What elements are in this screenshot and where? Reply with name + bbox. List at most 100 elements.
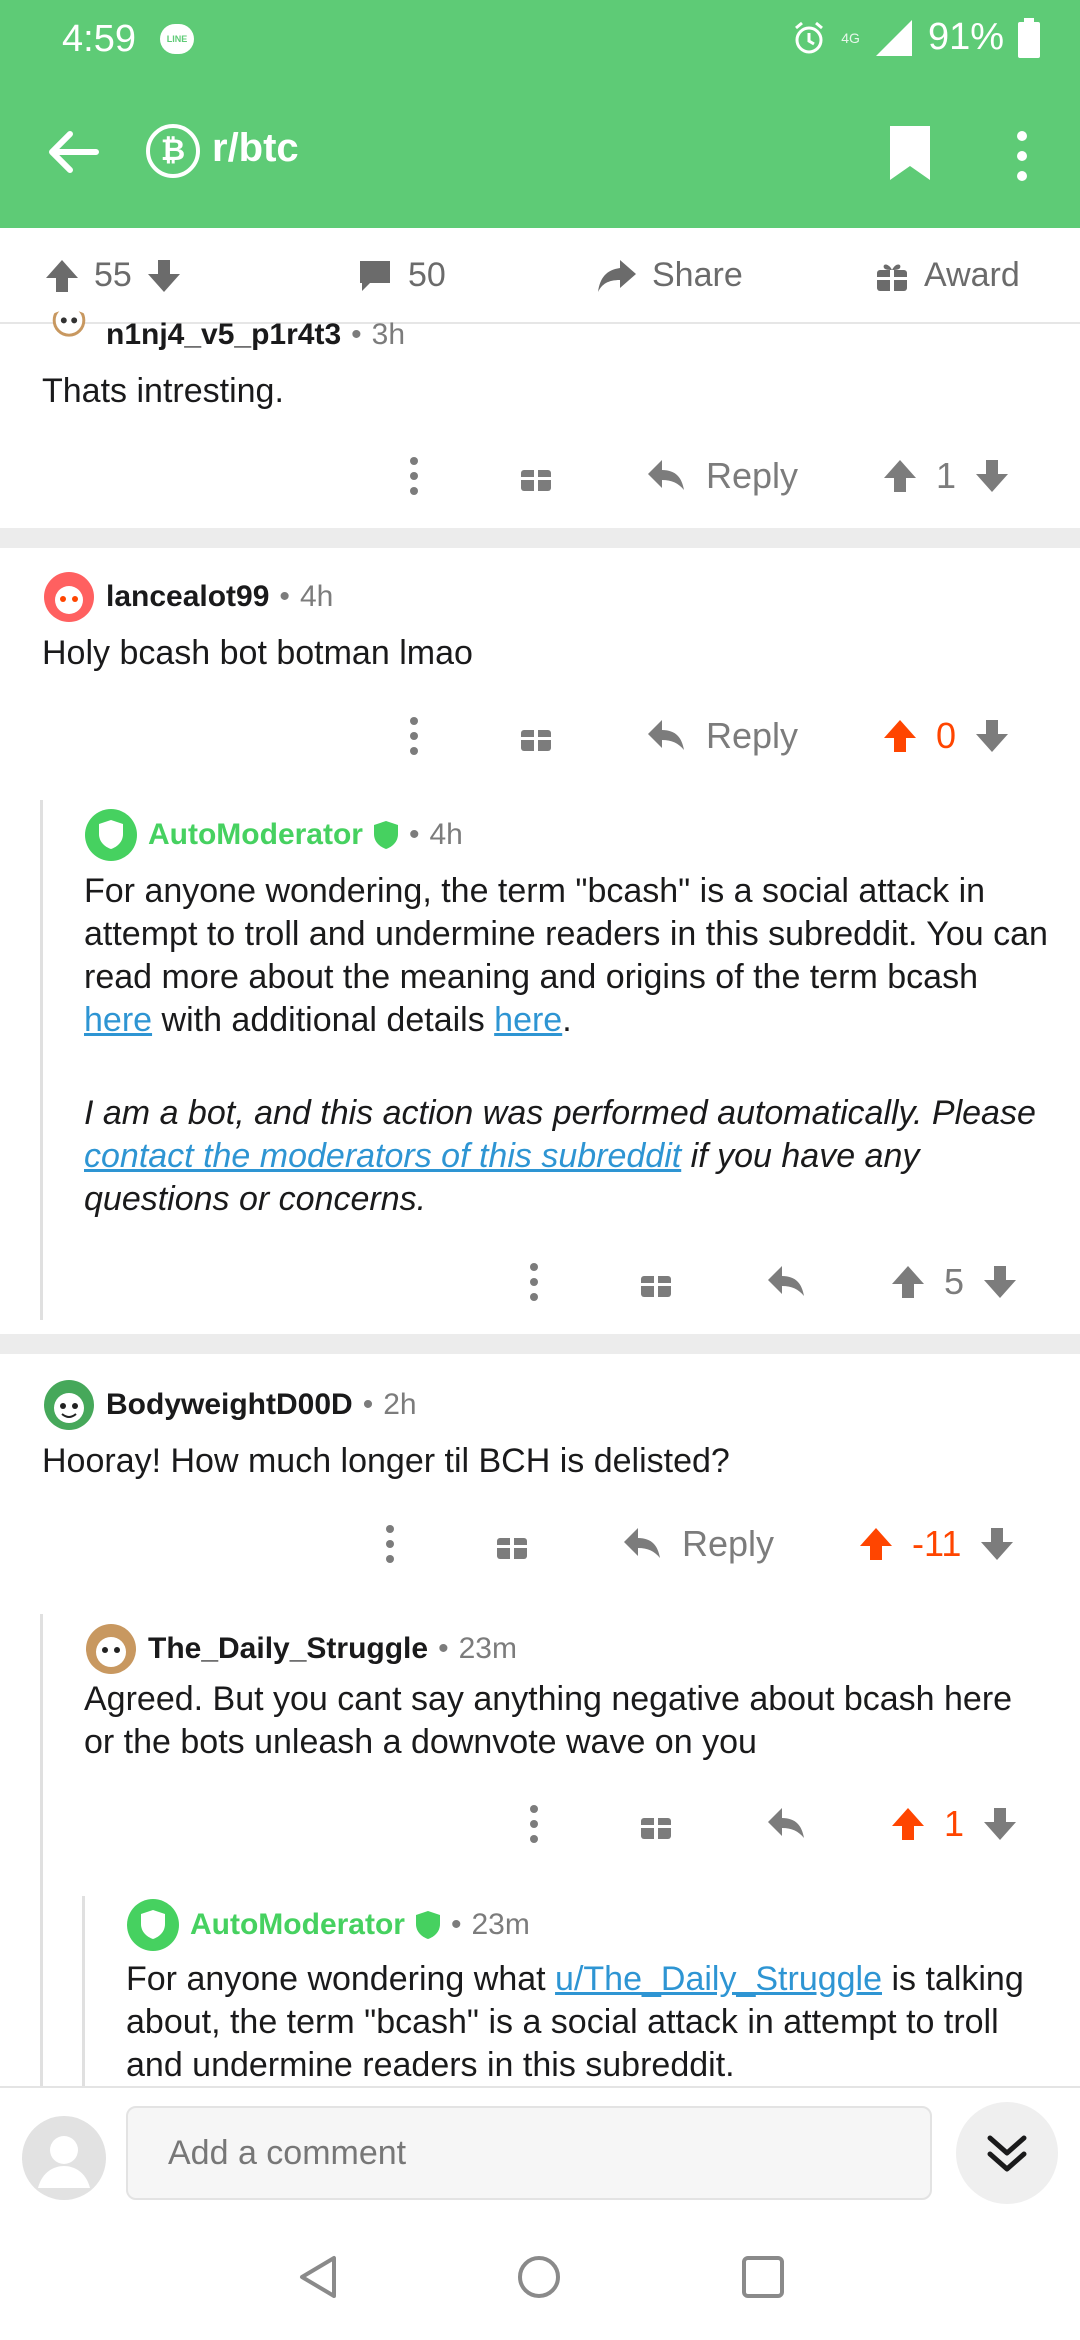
comment-author[interactable]: AutoModerator bbox=[190, 1908, 405, 1942]
comment-body: Thats intresting. bbox=[42, 372, 284, 410]
share-label: Share bbox=[652, 256, 743, 294]
comment-divider bbox=[0, 1334, 1080, 1354]
nav-back-icon[interactable] bbox=[296, 2254, 342, 2300]
reply-button[interactable]: Reply bbox=[706, 715, 798, 757]
comment: lancealot99 • 4h Holy bcash bot botman l… bbox=[0, 570, 1080, 780]
post-comment-count: 50 bbox=[408, 256, 446, 294]
comment-score: -11 bbox=[912, 1523, 962, 1564]
gift-icon[interactable] bbox=[518, 718, 554, 754]
bookmark-icon[interactable] bbox=[888, 124, 932, 182]
nav-home-icon[interactable] bbox=[516, 2254, 562, 2300]
mod-shield-icon bbox=[373, 821, 398, 849]
reply-icon[interactable] bbox=[622, 1526, 662, 1562]
upvote-icon[interactable] bbox=[890, 1264, 926, 1300]
comment-meta: lancealot99 • 4h bbox=[42, 570, 333, 624]
avatar[interactable] bbox=[42, 570, 96, 624]
comment-author[interactable]: lancealot99 bbox=[106, 580, 269, 614]
system-nav-bar bbox=[0, 2216, 1080, 2340]
downvote-icon[interactable] bbox=[982, 1264, 1018, 1300]
comment-divider bbox=[0, 528, 1080, 548]
comment-actions: Reply 0 bbox=[408, 706, 1010, 766]
comment-body: For anyone wondering, the term "bcash" i… bbox=[84, 872, 1048, 1039]
reply-icon[interactable] bbox=[766, 1806, 806, 1842]
downvote-icon[interactable] bbox=[979, 1526, 1015, 1562]
comment-actions: 5 bbox=[528, 1252, 1018, 1312]
status-time: 4:59 bbox=[62, 18, 136, 60]
user-link[interactable]: u/The_Daily_Struggle bbox=[555, 1960, 882, 1998]
comment-body: Holy bcash bot botman lmao bbox=[42, 634, 473, 672]
add-comment-input[interactable]: Add a comment bbox=[126, 2106, 932, 2200]
reply-button[interactable]: Reply bbox=[706, 455, 798, 497]
reply-icon[interactable] bbox=[766, 1264, 806, 1300]
post-score: 55 bbox=[94, 256, 132, 294]
comment-body: Hooray! How much longer til BCH is delis… bbox=[42, 1442, 730, 1480]
share-button[interactable]: Share bbox=[596, 256, 743, 295]
back-arrow-icon[interactable] bbox=[44, 124, 100, 180]
upvote-icon[interactable] bbox=[890, 1806, 926, 1842]
avatar[interactable] bbox=[84, 1622, 138, 1676]
comment-actions: Reply -11 bbox=[384, 1514, 1015, 1574]
downvote-icon[interactable] bbox=[974, 718, 1010, 754]
comment-score: 1 bbox=[944, 1803, 965, 1844]
comment-body: For anyone wondering what u/The_Daily_St… bbox=[126, 1960, 1024, 2084]
contact-moderators-link[interactable]: contact the moderators of this subreddit bbox=[84, 1137, 681, 1175]
comment-author[interactable]: n1nj4_v5_p1r4t3 bbox=[106, 318, 341, 352]
comment-composer: Add a comment bbox=[0, 2086, 1080, 2216]
reply-icon[interactable] bbox=[646, 718, 686, 754]
top-bar: 4:59 LINE 4G 91% ₿ r/btc bbox=[0, 0, 1080, 228]
bitcoin-icon[interactable]: ₿ bbox=[146, 124, 200, 178]
user-avatar-icon[interactable] bbox=[22, 2116, 106, 2200]
gift-icon[interactable] bbox=[638, 1806, 674, 1842]
upvote-icon[interactable] bbox=[44, 258, 80, 294]
avatar[interactable] bbox=[42, 1378, 96, 1432]
upvote-icon[interactable] bbox=[882, 718, 918, 754]
comment-icon bbox=[360, 260, 390, 291]
more-options-icon[interactable] bbox=[408, 456, 420, 496]
post-comments-group[interactable]: 50 bbox=[356, 256, 446, 295]
here-link[interactable]: here bbox=[84, 1001, 152, 1039]
comment-meta: The_Daily_Struggle • 23m bbox=[84, 1622, 517, 1676]
comment: BodyweightD00D • 2h Hooray! How much lon… bbox=[0, 1378, 1080, 1598]
gift-icon[interactable] bbox=[518, 458, 554, 494]
shield-avatar-icon[interactable] bbox=[126, 1898, 180, 1952]
comment-author[interactable]: The_Daily_Struggle bbox=[148, 1632, 428, 1666]
network-type: 4G bbox=[841, 29, 860, 46]
comment-meta: AutoModerator • 4h bbox=[84, 808, 463, 862]
avatar[interactable] bbox=[42, 310, 96, 350]
upvote-icon[interactable] bbox=[858, 1526, 894, 1562]
more-options-icon[interactable] bbox=[528, 1804, 540, 1844]
comment-automoderator: AutoModerator • 23m For anyone wondering… bbox=[0, 1898, 1080, 2086]
comment-age: 2h bbox=[383, 1388, 417, 1421]
more-options-icon[interactable] bbox=[384, 1524, 396, 1564]
more-options-icon[interactable] bbox=[408, 716, 420, 756]
downvote-icon[interactable] bbox=[982, 1806, 1018, 1842]
reply-button[interactable]: Reply bbox=[682, 1523, 774, 1565]
nav-recents-icon[interactable] bbox=[740, 2254, 786, 2300]
award-button[interactable]: Award bbox=[874, 256, 1020, 295]
comment-author[interactable]: BodyweightD00D bbox=[106, 1388, 353, 1422]
comment-age: 23m bbox=[458, 1632, 517, 1665]
comment-meta: AutoModerator • 23m bbox=[126, 1898, 530, 1952]
comment: The_Daily_Struggle • 23m Agreed. But you… bbox=[0, 1622, 1080, 1844]
comment-age: 23m bbox=[471, 1908, 530, 1941]
subreddit-name[interactable]: r/btc bbox=[212, 126, 299, 171]
gift-icon[interactable] bbox=[638, 1264, 674, 1300]
comment-actions: 1 bbox=[528, 1794, 1018, 1854]
downvote-icon[interactable] bbox=[974, 458, 1010, 494]
post-action-bar: 55 50 Share Award bbox=[0, 228, 1080, 324]
comment-meta: BodyweightD00D • 2h bbox=[42, 1378, 417, 1432]
reply-icon[interactable] bbox=[646, 458, 686, 494]
here-link[interactable]: here bbox=[494, 1001, 562, 1039]
more-options-icon[interactable] bbox=[1002, 128, 1042, 184]
battery-percent: 91% bbox=[927, 16, 1004, 58]
downvote-icon[interactable] bbox=[146, 258, 182, 294]
upvote-icon[interactable] bbox=[882, 458, 918, 494]
app-bar: ₿ r/btc bbox=[0, 96, 1080, 216]
alarm-icon bbox=[795, 21, 824, 53]
battery-icon bbox=[1018, 17, 1040, 58]
jump-to-next-button[interactable] bbox=[956, 2102, 1058, 2204]
shield-avatar-icon[interactable] bbox=[84, 808, 138, 862]
gift-icon[interactable] bbox=[494, 1526, 530, 1562]
more-options-icon[interactable] bbox=[528, 1262, 540, 1302]
comment-author[interactable]: AutoModerator bbox=[148, 818, 363, 852]
